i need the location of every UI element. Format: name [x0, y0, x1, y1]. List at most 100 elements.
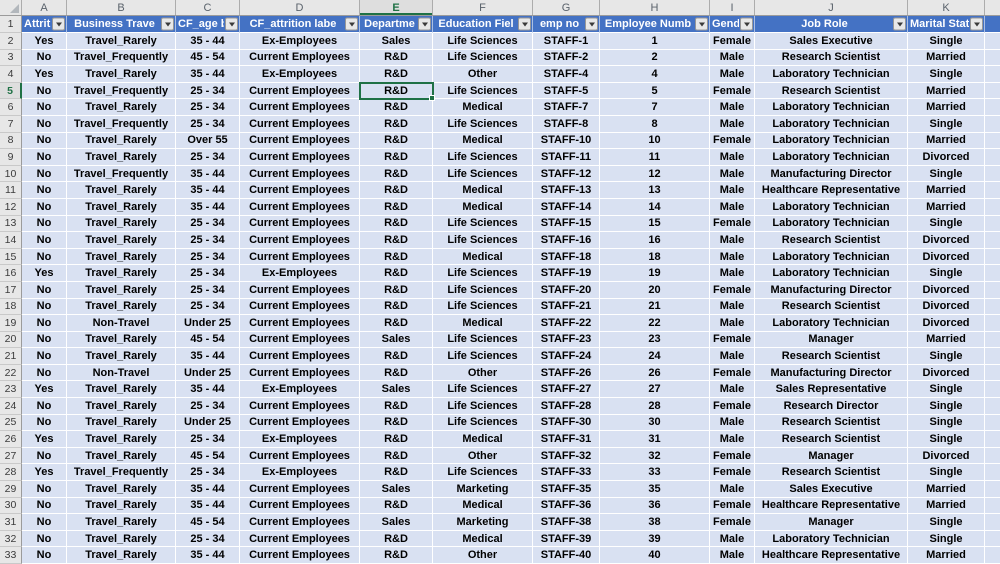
cell-partial-28[interactable]	[985, 464, 1000, 482]
cell-G19[interactable]: STAFF-22	[533, 315, 600, 332]
cell-B10[interactable]: Travel_Frequently	[67, 165, 176, 183]
cell-J14[interactable]: Research Scientist	[755, 232, 908, 249]
cell-G24[interactable]: STAFF-28	[533, 398, 600, 415]
cell-partial-14[interactable]	[985, 232, 1000, 249]
cell-H24[interactable]: 28	[600, 398, 710, 415]
cell-D14[interactable]: Current Employees	[240, 232, 360, 249]
filter-dropdown-button[interactable]	[52, 17, 65, 31]
cell-B14[interactable]: Travel_Rarely	[67, 232, 176, 249]
cell-G12[interactable]: STAFF-14	[533, 198, 600, 216]
column-letter-C[interactable]: C	[176, 0, 240, 15]
cell-I18[interactable]: Male	[710, 298, 755, 316]
header-cell-G[interactable]: emp no	[533, 16, 600, 33]
cell-A19[interactable]: No	[22, 315, 67, 332]
row-number-21[interactable]: 21	[0, 348, 22, 365]
cell-A9[interactable]: No	[22, 149, 67, 166]
cell-G29[interactable]: STAFF-35	[533, 481, 600, 498]
row-number-28[interactable]: 28	[0, 464, 22, 482]
cell-I15[interactable]: Male	[710, 248, 755, 266]
cell-B16[interactable]: Travel_Rarely	[67, 265, 176, 282]
cell-J25[interactable]: Research Scientist	[755, 414, 908, 432]
cell-partial-5[interactable]	[985, 82, 1000, 100]
row-number-8[interactable]: 8	[0, 132, 22, 150]
cell-G11[interactable]: STAFF-13	[533, 182, 600, 199]
cell-I20[interactable]: Female	[710, 331, 755, 349]
cell-G27[interactable]: STAFF-32	[533, 447, 600, 465]
cell-H23[interactable]: 27	[600, 381, 710, 399]
cell-H30[interactable]: 36	[600, 497, 710, 515]
cell-A25[interactable]: No	[22, 414, 67, 432]
cell-A2[interactable]: Yes	[22, 33, 67, 50]
cell-K2[interactable]: Single	[908, 33, 985, 50]
cell-D33[interactable]: Current Employees	[240, 547, 360, 564]
cell-J6[interactable]: Laboratory Technician	[755, 99, 908, 116]
cell-A3[interactable]: No	[22, 49, 67, 67]
cell-C4[interactable]: 35 - 44	[176, 66, 240, 83]
cell-G4[interactable]: STAFF-4	[533, 66, 600, 83]
cell-C7[interactable]: 25 - 34	[176, 115, 240, 133]
cell-E2[interactable]: Sales	[360, 33, 433, 50]
cell-K27[interactable]: Divorced	[908, 447, 985, 465]
cell-F17[interactable]: Life Sciences	[433, 281, 533, 299]
cell-partial-16[interactable]	[985, 265, 1000, 282]
row-number-31[interactable]: 31	[0, 514, 22, 531]
cell-I6[interactable]: Male	[710, 99, 755, 116]
cell-C31[interactable]: 45 - 54	[176, 514, 240, 531]
cell-partial-6[interactable]	[985, 99, 1000, 116]
cell-J13[interactable]: Laboratory Technician	[755, 215, 908, 233]
cell-G33[interactable]: STAFF-40	[533, 547, 600, 564]
cell-B15[interactable]: Travel_Rarely	[67, 248, 176, 266]
cell-B33[interactable]: Travel_Rarely	[67, 547, 176, 564]
cell-J20[interactable]: Manager	[755, 331, 908, 349]
column-letter-I[interactable]: I	[710, 0, 755, 15]
cell-partial-19[interactable]	[985, 315, 1000, 332]
row-number-27[interactable]: 27	[0, 447, 22, 465]
cell-G8[interactable]: STAFF-10	[533, 132, 600, 150]
cell-I21[interactable]: Male	[710, 348, 755, 365]
cell-I16[interactable]: Male	[710, 265, 755, 282]
cell-B19[interactable]: Non-Travel	[67, 315, 176, 332]
cell-H29[interactable]: 35	[600, 481, 710, 498]
cell-H21[interactable]: 24	[600, 348, 710, 365]
cell-K33[interactable]: Married	[908, 547, 985, 564]
cell-A5[interactable]: No	[22, 82, 67, 100]
cell-E22[interactable]: R&D	[360, 364, 433, 382]
cell-C15[interactable]: 25 - 34	[176, 248, 240, 266]
cell-J15[interactable]: Laboratory Technician	[755, 248, 908, 266]
cell-C21[interactable]: 35 - 44	[176, 348, 240, 365]
cell-partial-24[interactable]	[985, 398, 1000, 415]
header-cell-D[interactable]: CF_attrition labe	[240, 16, 360, 33]
cell-F28[interactable]: Life Sciences	[433, 464, 533, 482]
cell-partial-3[interactable]	[985, 49, 1000, 67]
cell-E9[interactable]: R&D	[360, 149, 433, 166]
cell-K12[interactable]: Married	[908, 198, 985, 216]
cell-C2[interactable]: 35 - 44	[176, 33, 240, 50]
cell-K13[interactable]: Single	[908, 215, 985, 233]
cell-I31[interactable]: Female	[710, 514, 755, 531]
cell-B28[interactable]: Travel_Frequently	[67, 464, 176, 482]
header-cell-partial[interactable]	[985, 16, 1000, 33]
cell-H10[interactable]: 12	[600, 165, 710, 183]
cell-I32[interactable]: Male	[710, 530, 755, 548]
cell-B25[interactable]: Travel_Rarely	[67, 414, 176, 432]
cell-A27[interactable]: No	[22, 447, 67, 465]
cell-D5[interactable]: Current Employees	[240, 82, 360, 100]
cell-F6[interactable]: Medical	[433, 99, 533, 116]
cell-K24[interactable]: Single	[908, 398, 985, 415]
cell-A17[interactable]: No	[22, 281, 67, 299]
cell-J32[interactable]: Laboratory Technician	[755, 530, 908, 548]
cell-K19[interactable]: Divorced	[908, 315, 985, 332]
cell-B24[interactable]: Travel_Rarely	[67, 398, 176, 415]
column-letter-E[interactable]: E	[360, 0, 433, 15]
cell-H4[interactable]: 4	[600, 66, 710, 83]
cell-J9[interactable]: Laboratory Technician	[755, 149, 908, 166]
cell-E31[interactable]: Sales	[360, 514, 433, 531]
cell-J19[interactable]: Laboratory Technician	[755, 315, 908, 332]
cell-A30[interactable]: No	[22, 497, 67, 515]
header-cell-J[interactable]: Job Role	[755, 16, 908, 33]
cell-C3[interactable]: 45 - 54	[176, 49, 240, 67]
cell-K23[interactable]: Single	[908, 381, 985, 399]
cell-D9[interactable]: Current Employees	[240, 149, 360, 166]
row-number-25[interactable]: 25	[0, 414, 22, 432]
row-number-10[interactable]: 10	[0, 165, 22, 183]
